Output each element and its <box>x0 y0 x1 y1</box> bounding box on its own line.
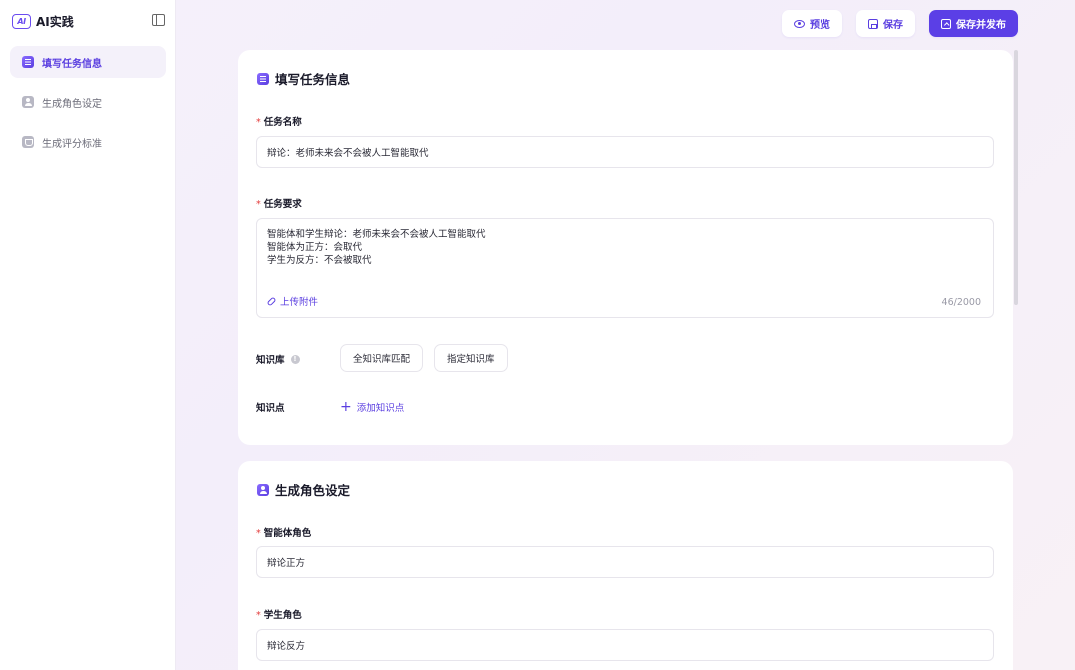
kb-all-match-button[interactable]: 全知识库匹配 <box>340 344 424 372</box>
textarea-line: 智能体为正方：会取代 <box>267 242 363 253</box>
upload-attachment-link[interactable]: 上传附件 <box>266 294 319 308</box>
task-info-title: 填写任务信息 <box>257 69 350 88</box>
eye-icon <box>794 19 805 28</box>
kb-specific-button[interactable]: 指定知识库 <box>434 344 508 372</box>
sidebar-item-label: 生成评分标准 <box>42 138 102 150</box>
student-role-label: * 学生角色 <box>256 607 302 621</box>
role-setting-title: 生成角色设定 <box>257 480 350 499</box>
brand-name: AI实践 <box>36 14 74 29</box>
input-value: 辩论：老师未来会不会被人工智能取代 <box>267 148 429 159</box>
top-toolbar: 预览 保存 保存并发布 <box>782 10 1018 37</box>
input-value: 辩论反方 <box>267 641 306 652</box>
textarea-line: 智能体和学生辩论：老师未来会不会被人工智能取代 <box>267 229 486 240</box>
task-name-input[interactable]: 辩论：老师未来会不会被人工智能取代 <box>256 136 994 168</box>
textarea-line: 学生为反方：不会被取代 <box>267 255 372 266</box>
sidebar-item-role-setting[interactable]: 生成角色设定 <box>10 86 166 118</box>
plus-icon: + <box>340 399 352 415</box>
knowledge-base-label: 知识库 ! <box>256 352 300 366</box>
scrollbar[interactable] <box>1014 50 1018 305</box>
task-name-label: * 任务名称 <box>256 114 302 128</box>
label-text: 智能体角色 <box>263 528 312 539</box>
label-text: 任务要求 <box>263 199 302 210</box>
task-info-card: 填写任务信息 * 任务名称 辩论：老师未来会不会被人工智能取代 * 任务要求 智能体… <box>238 50 1013 445</box>
add-label: 添加知识点 <box>356 403 405 414</box>
person-icon <box>22 96 34 108</box>
document-icon <box>257 72 269 85</box>
save-button[interactable]: 保存 <box>856 10 915 37</box>
upload-label: 上传附件 <box>280 297 319 308</box>
required-mark: * <box>256 199 261 210</box>
label-text: 知识库 <box>256 355 285 366</box>
sidebar-item-label: 填写任务信息 <box>42 58 102 70</box>
ai-logo-icon: AI <box>12 13 31 29</box>
add-knowledge-point-button[interactable]: + 添加知识点 <box>340 400 404 414</box>
paperclip-icon <box>266 296 277 306</box>
knowledge-point-label: 知识点 <box>256 400 285 414</box>
sidebar-item-label: 生成角色设定 <box>42 98 102 110</box>
info-icon[interactable]: ! <box>290 354 300 364</box>
label-text: 任务名称 <box>263 117 302 128</box>
preview-button[interactable]: 预览 <box>782 10 842 37</box>
document-icon <box>22 56 34 68</box>
save-button-label: 保存 <box>883 20 903 31</box>
label-text: 知识点 <box>256 403 285 414</box>
sidebar-item-scoring[interactable]: 生成评分标准 <box>10 126 166 158</box>
brand[interactable]: AI AI实践 <box>12 12 74 30</box>
agent-role-input[interactable]: 辩论正方 <box>256 546 994 578</box>
task-requirement-textarea[interactable]: 智能体和学生辩论：老师未来会不会被人工智能取代 智能体为正方：会取代 学生为反方… <box>256 218 994 318</box>
required-mark: * <box>256 117 261 128</box>
save-icon <box>868 18 878 29</box>
student-role-input[interactable]: 辩论反方 <box>256 629 994 661</box>
preview-button-label: 预览 <box>810 20 830 31</box>
agent-role-label: * 智能体角色 <box>256 525 311 539</box>
save-and-publish-button[interactable]: 保存并发布 <box>929 10 1018 37</box>
label-text: 学生角色 <box>263 610 302 621</box>
char-counter: 46/2000 <box>941 297 981 308</box>
required-mark: * <box>256 610 261 621</box>
publish-button-label: 保存并发布 <box>956 20 1006 31</box>
input-value: 辩论正方 <box>267 558 306 569</box>
sidebar-collapse-icon[interactable] <box>152 14 165 26</box>
card-title-text: 填写任务信息 <box>275 72 351 87</box>
person-icon <box>257 483 269 496</box>
required-mark: * <box>256 528 261 539</box>
sidebar-nav: 填写任务信息 生成角色设定 生成评分标准 <box>10 46 166 166</box>
publish-icon <box>941 18 951 29</box>
sidebar: AI AI实践 填写任务信息 生成角色设定 生成评分标准 <box>0 0 176 670</box>
badge-icon <box>22 136 34 148</box>
sidebar-item-task-info[interactable]: 填写任务信息 <box>10 46 166 78</box>
card-title-text: 生成角色设定 <box>275 483 351 498</box>
role-setting-card: 生成角色设定 * 智能体角色 辩论正方 * 学生角色 辩论反方 <box>238 461 1013 670</box>
task-requirement-label: * 任务要求 <box>256 196 302 210</box>
